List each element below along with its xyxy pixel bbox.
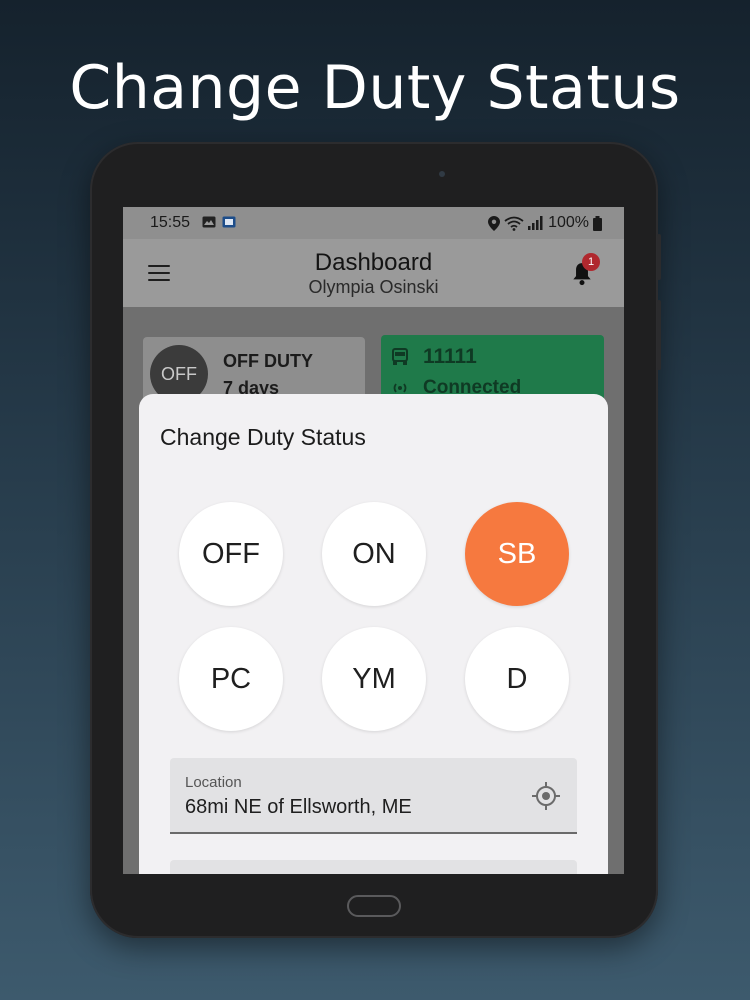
app-notification-icon [222,216,236,228]
status-on-button[interactable]: ON [322,502,426,606]
next-input-field[interactable] [170,860,577,874]
status-d-button[interactable]: D [465,627,569,731]
driver-name: Olympia Osinski [308,277,439,297]
location-field[interactable]: Location 68mi NE of Ellsworth, ME [170,758,577,834]
location-label: Location [185,774,242,791]
status-ym-button[interactable]: YM [322,627,426,731]
status-bar: 15:55 100% [123,207,624,239]
duty-status-label: OFF DUTY [223,351,313,371]
change-duty-status-sheet: Change Duty Status OFF ON SB PC YM D Loc… [139,394,608,874]
wifi-icon [504,216,524,231]
vehicle-number: 11111 [423,345,477,368]
status-right: 100% [488,214,602,232]
volume-button [657,234,661,280]
battery-level: 100% [548,214,589,231]
location-pin-icon [488,215,501,231]
home-button[interactable] [347,895,401,917]
signal-icon [528,216,543,230]
status-sb-button[interactable]: SB [465,502,569,606]
app-bar-title: Dashboard [314,249,433,276]
notification-badge: 1 [582,253,600,271]
battery-icon [593,215,602,231]
page-headline: Change Duty Status [69,53,681,123]
image-icon [202,216,216,228]
sheet-title: Change Duty Status [160,424,366,450]
location-value[interactable]: 68mi NE of Ellsworth, ME [185,796,412,819]
status-time: 15:55 [150,214,191,231]
truck-icon [392,348,408,365]
status-off-button[interactable]: OFF [179,502,283,606]
device-screen: 15:55 100% Dashboard Olympia Osinski 1 O… [123,207,624,874]
power-button [657,300,661,370]
status-pc-button[interactable]: PC [179,627,283,731]
gps-target-icon[interactable] [531,781,561,811]
camera-dot [439,171,445,177]
app-bar: Dashboard Olympia Osinski 1 [123,239,624,307]
